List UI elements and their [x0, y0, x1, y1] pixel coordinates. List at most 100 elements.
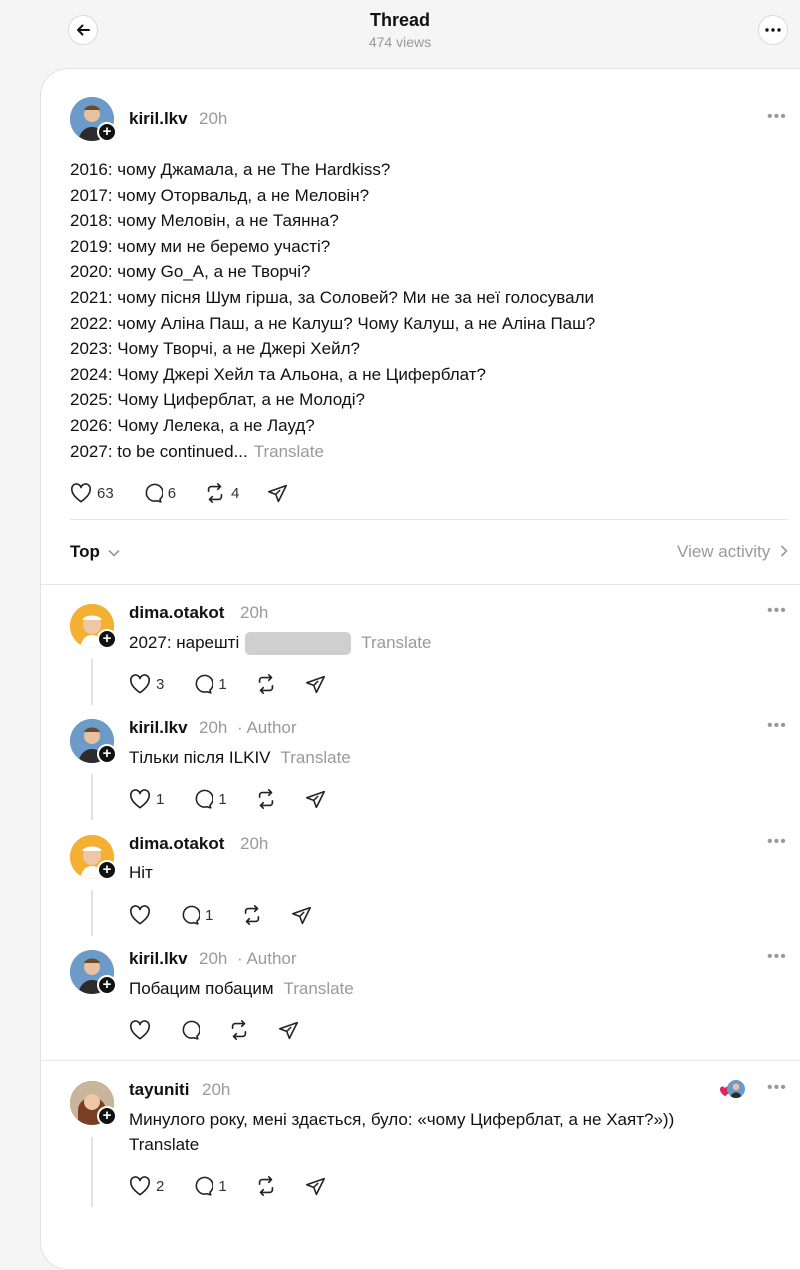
reply-username[interactable]: kiril.lkv [129, 718, 188, 738]
repost-button[interactable] [255, 1175, 277, 1197]
reply-button[interactable]: 1 [192, 674, 227, 695]
reply-body: 2027: нарешті Translate [129, 632, 431, 655]
view-count: 474 views [368, 34, 432, 50]
post-actions: 63 6 4 [70, 481, 316, 505]
share-button[interactable] [278, 1020, 299, 1041]
page-title: Thread [369, 10, 430, 30]
reply-text: Ніт [129, 863, 153, 882]
follow-plus-icon[interactable]: + [97, 860, 117, 880]
reply-time: 20h [202, 1080, 231, 1099]
heart-icon [129, 905, 151, 925]
reply-time: 20h [199, 718, 228, 737]
like-button[interactable]: 63 [70, 483, 114, 503]
reply-actions: 1 [129, 903, 340, 927]
reply-text: Тільки після ILKIV [129, 748, 271, 767]
sort-dropdown[interactable]: Top [70, 542, 120, 562]
like-button[interactable]: 2 [129, 1176, 164, 1196]
share-button[interactable] [305, 789, 326, 810]
reply-button[interactable] [179, 1020, 200, 1041]
comment-icon [195, 1176, 214, 1196]
more-options-button[interactable] [758, 15, 788, 45]
like-button[interactable] [129, 1020, 151, 1040]
translate-link[interactable]: Translate [254, 442, 324, 461]
reply-more-icon[interactable]: ••• [767, 602, 787, 620]
reply-actions: 2 1 [129, 1174, 354, 1198]
share-button[interactable] [305, 1176, 326, 1197]
reply-count: 1 [218, 1177, 227, 1195]
reply-username[interactable]: tayuniti [129, 1080, 189, 1100]
reply-count: 1 [218, 675, 227, 693]
hidden-spoiler[interactable] [245, 632, 352, 655]
thread-line [91, 659, 93, 705]
reply-more-icon[interactable]: ••• [767, 948, 787, 966]
reply-body: Тільки після ILKIV Translate [129, 748, 351, 768]
reply-username[interactable]: kiril.lkv [129, 949, 188, 969]
repost-button[interactable] [241, 904, 263, 926]
like-button[interactable]: 1 [129, 789, 164, 809]
like-button[interactable] [129, 905, 151, 925]
like-button[interactable]: 3 [129, 674, 164, 694]
reply-button[interactable]: 1 [179, 905, 213, 926]
reply-more-icon[interactable]: ••• [767, 833, 787, 851]
reply-more-icon[interactable]: ••• [767, 717, 787, 735]
reply-button[interactable]: 1 [192, 1176, 227, 1197]
share-button[interactable] [291, 905, 312, 926]
thread-line [91, 890, 93, 936]
reply-more-icon[interactable]: ••• [767, 1079, 787, 1097]
heart-icon [129, 674, 151, 694]
translate-link[interactable]: Translate [281, 748, 351, 767]
reply-time: 20h [199, 949, 228, 968]
follow-plus-icon[interactable]: + [97, 744, 117, 764]
heart-icon [129, 789, 151, 809]
follow-plus-icon[interactable]: + [97, 1106, 117, 1126]
reply-username[interactable]: dima.otakot [129, 834, 224, 854]
post-line: 2026: Чому Лелека, а не Лауд? [70, 415, 315, 435]
follow-plus-icon[interactable]: + [97, 122, 117, 142]
reply-button[interactable]: 6 [142, 483, 176, 504]
reply-count: 1 [218, 790, 227, 808]
translate-link[interactable]: Translate [284, 979, 354, 998]
top-bar: Thread 474 views [0, 0, 800, 64]
post-line: 2018: чому Меловін, а не Таянна? [70, 211, 339, 231]
thread-line [91, 774, 93, 820]
heart-icon [70, 483, 92, 503]
heart-icon [129, 1020, 151, 1040]
post-line: 2017: чому Оторвальд, а не Меловін? [70, 185, 370, 205]
sort-label: Top [70, 542, 100, 561]
share-button[interactable] [267, 483, 288, 504]
reply-time: 20h [240, 603, 269, 622]
like-count: 3 [156, 675, 165, 693]
send-icon [305, 1177, 325, 1195]
translate-link[interactable]: Translate [129, 1135, 199, 1155]
reply-username[interactable]: dima.otakot [129, 603, 224, 623]
post-line: 2027: to be continued... [70, 441, 248, 461]
post-text: 2016: чому Джамала, а не The Hardkiss? 2… [70, 157, 770, 464]
send-icon [305, 790, 325, 808]
repost-icon [258, 1176, 273, 1196]
share-button[interactable] [305, 674, 326, 695]
repost-icon [245, 905, 260, 925]
post-line: 2020: чому Go_A, а не Творчі? [70, 262, 311, 282]
translate-link[interactable]: Translate [361, 633, 431, 652]
post-line: 2023: Чому Творчі, а не Джері Хейл? [70, 339, 360, 359]
reply-actions [129, 1018, 327, 1042]
repost-button[interactable] [255, 788, 277, 810]
repost-button[interactable] [228, 1019, 250, 1041]
reply-count: 1 [205, 906, 214, 924]
follow-plus-icon[interactable]: + [97, 975, 117, 995]
comment-icon [145, 483, 163, 503]
like-count: 63 [97, 484, 114, 502]
repost-button[interactable]: 4 [204, 482, 239, 504]
thread-line [91, 1137, 93, 1207]
chevron-down-icon [108, 549, 120, 557]
liked-by-author-indicator [719, 1079, 747, 1101]
post-username[interactable]: kiril.lkv [129, 109, 188, 129]
follow-plus-icon[interactable]: + [97, 629, 117, 649]
repost-icon [207, 483, 223, 503]
view-activity-link[interactable]: View activity [677, 542, 788, 562]
reply-button[interactable]: 1 [192, 789, 227, 810]
repost-button[interactable] [255, 673, 277, 695]
reply-text: Побацим побацим [129, 979, 274, 998]
comment-icon [195, 674, 214, 694]
post-more-icon[interactable]: ••• [767, 108, 787, 126]
